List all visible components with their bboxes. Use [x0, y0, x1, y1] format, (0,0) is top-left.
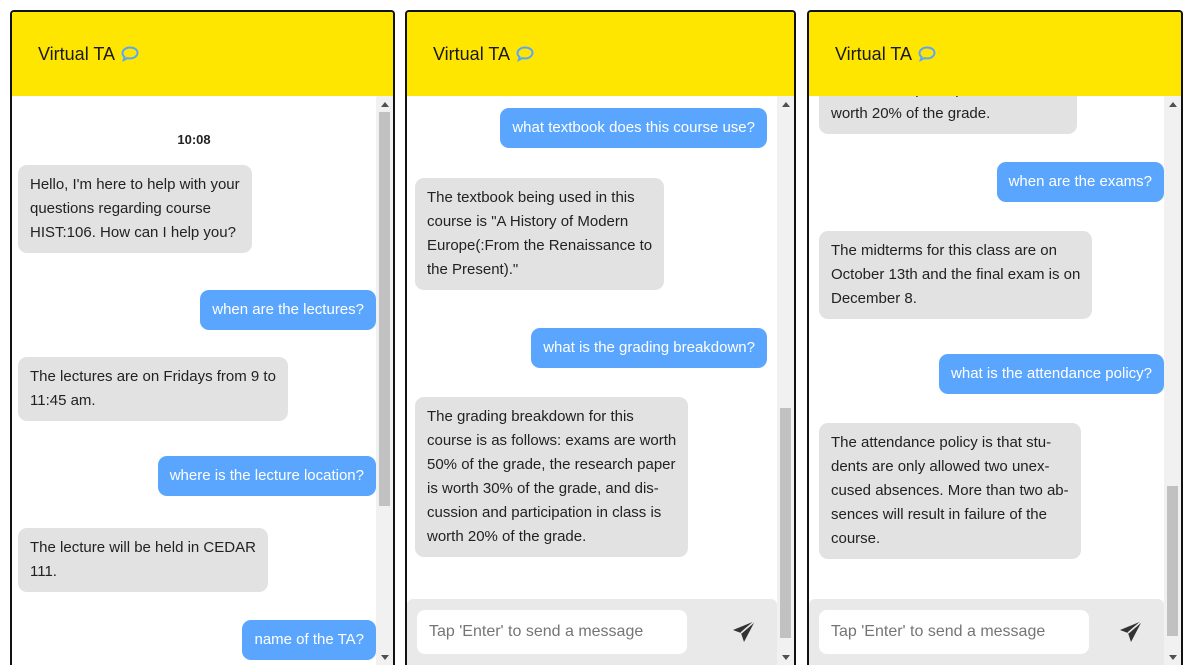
bot-message: The lecture will be held in CEDAR 111. — [18, 528, 268, 592]
scroll-down-arrow-icon[interactable] — [777, 649, 794, 665]
user-message: when are the lectures? — [200, 290, 376, 330]
scroll-down-arrow-icon[interactable] — [1164, 649, 1181, 665]
chat-header: Virtual TA — [407, 12, 794, 96]
message-input[interactable] — [417, 610, 687, 654]
user-message: what is the attendance policy? — [939, 354, 1164, 394]
bot-message: cussion and participation in class is wo… — [819, 96, 1078, 134]
message-composer — [407, 599, 777, 665]
user-message: what is the grading breakdown? — [531, 328, 767, 368]
paper-plane-icon[interactable] — [731, 619, 757, 645]
message-composer — [809, 599, 1164, 665]
chat-title: Virtual TA — [38, 43, 116, 64]
user-message: when are the exams? — [996, 162, 1164, 202]
scroll-down-arrow-icon[interactable] — [376, 649, 393, 665]
chat-window-3: Virtual TA cussion and participation in … — [807, 10, 1183, 665]
scroll-up-arrow-icon[interactable] — [1164, 96, 1181, 112]
message-list[interactable]: cussion and participation in class is wo… — [809, 96, 1164, 665]
chat-header: Virtual TA — [809, 12, 1181, 96]
scrollbar[interactable] — [376, 96, 393, 665]
comments-icon — [918, 46, 936, 62]
chat-header: Virtual TA — [12, 12, 393, 96]
scroll-up-arrow-icon[interactable] — [376, 96, 393, 112]
bot-message: The textbook being used in this course i… — [415, 178, 665, 290]
message-list[interactable]: 10:08 Hello, I'm here to help with your … — [12, 96, 376, 665]
scroll-up-arrow-icon[interactable] — [777, 96, 794, 112]
user-message: what textbook does this course use? — [500, 108, 767, 148]
timestamp: 10:08 — [177, 132, 211, 147]
comments-icon — [121, 46, 139, 62]
scrollbar-thumb[interactable] — [379, 112, 390, 506]
bot-message: The attendance policy is that stu- dents… — [819, 423, 1081, 559]
bot-message: The grading breakdown for this course is… — [415, 397, 689, 557]
chat-title: Virtual TA — [835, 43, 913, 64]
bot-message: The midterms for this class are on Octob… — [819, 231, 1093, 319]
user-message: name of the TA? — [242, 620, 376, 660]
scrollbar[interactable] — [1164, 96, 1181, 665]
scrollbar[interactable] — [777, 96, 794, 665]
user-message: where is the lecture location? — [157, 456, 376, 496]
chat-title: Virtual TA — [433, 43, 511, 64]
scrollbar-thumb[interactable] — [1167, 486, 1178, 636]
comments-icon — [516, 46, 534, 62]
chat-window-1: Virtual TA 10:08 Hello, I'm here to help… — [10, 10, 395, 665]
scrollbar-thumb[interactable] — [780, 408, 791, 638]
bot-message: The lectures are on Fridays from 9 to 11… — [18, 357, 288, 421]
message-list[interactable]: what textbook does this course use? The … — [407, 96, 777, 665]
message-input[interactable] — [819, 610, 1089, 654]
bot-message: Hello, I'm here to help with your questi… — [18, 165, 252, 253]
chat-window-2: Virtual TA what textbook does this cours… — [405, 10, 796, 665]
paper-plane-icon[interactable] — [1118, 619, 1144, 645]
